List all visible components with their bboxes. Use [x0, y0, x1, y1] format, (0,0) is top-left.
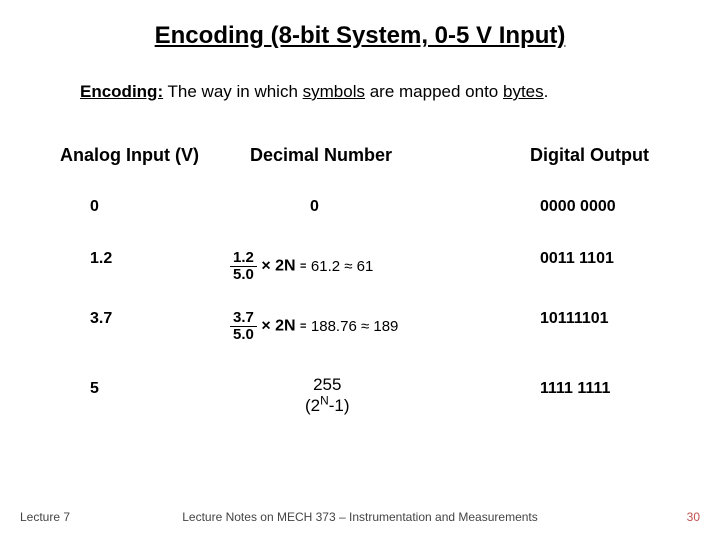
- fraction-den: 5.0: [230, 327, 257, 343]
- cell-digital: 10111101: [540, 310, 700, 328]
- equals-symbol: =: [300, 260, 306, 272]
- footer-notes: Lecture Notes on MECH 373 – Instrumentat…: [0, 510, 720, 524]
- times-symbol: ×: [261, 317, 270, 334]
- cell-analog: 1.2: [90, 250, 230, 268]
- definition-label: Encoding:: [80, 82, 163, 101]
- header-decimal: Decimal Number: [250, 145, 392, 166]
- calc-result: 188.76 ≈ 189: [311, 318, 398, 335]
- footer-page-number: 30: [687, 510, 700, 524]
- cell-digital: 0000 0000: [540, 198, 700, 216]
- encoding-definition: Encoding: The way in which symbols are m…: [80, 82, 660, 102]
- note-255: 255 (2N-1): [305, 375, 350, 416]
- cell-decimal: 0: [310, 198, 570, 216]
- definition-term-symbols: symbols: [303, 82, 365, 101]
- cell-analog: 5: [90, 380, 230, 398]
- fraction-den: 5.0: [230, 267, 257, 283]
- calc-result: 61.2 ≈ 61: [311, 258, 373, 275]
- two-n: 2N: [275, 257, 295, 274]
- fraction-num: 1.2: [230, 250, 257, 267]
- definition-text-pre: The way in which: [163, 82, 303, 101]
- cell-digital: 0011 1101: [540, 250, 700, 268]
- cell-analog: 0: [90, 198, 230, 216]
- header-analog: Analog Input (V): [60, 145, 199, 166]
- cell-decimal: 1.2 5.0 × 2N = 61.2 ≈ 61: [230, 250, 490, 283]
- definition-text-post: .: [544, 82, 549, 101]
- times-symbol: ×: [261, 257, 270, 274]
- slide: Encoding (8-bit System, 0-5 V Input) Enc…: [0, 0, 720, 540]
- cell-digital: 1111 1111: [540, 380, 700, 398]
- header-digital: Digital Output: [530, 145, 649, 166]
- cell-analog: 3.7: [90, 310, 230, 328]
- slide-title: Encoding (8-bit System, 0-5 V Input): [0, 22, 720, 50]
- definition-text-mid: are mapped onto: [365, 82, 503, 101]
- note-255-line2: (2N-1): [305, 396, 350, 415]
- equals-symbol: =: [300, 320, 306, 332]
- cell-decimal: 3.7 5.0 × 2N = 188.76 ≈ 189: [230, 310, 490, 343]
- two-n: 2N: [275, 317, 295, 334]
- fraction-num: 3.7: [230, 310, 257, 327]
- fraction: 1.2 5.0: [230, 250, 257, 283]
- note-255-line1: 255: [313, 375, 341, 394]
- fraction: 3.7 5.0: [230, 310, 257, 343]
- definition-term-bytes: bytes: [503, 82, 544, 101]
